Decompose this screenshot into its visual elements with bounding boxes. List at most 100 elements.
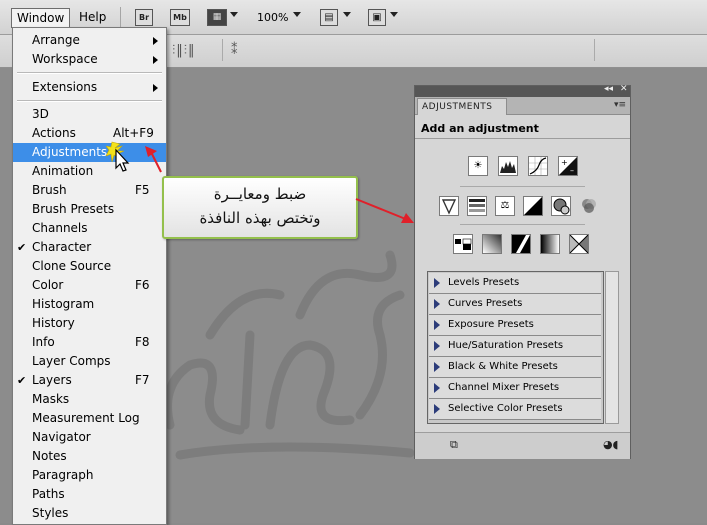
menu-item-layers[interactable]: ✔ Layers F7 — [13, 371, 166, 390]
menu-item-actions[interactable]: Actions Alt+F9 — [13, 124, 166, 143]
menu-item-adjustments[interactable]: Adjustments — [13, 143, 166, 162]
preset-item-hue-saturation[interactable]: Hue/Saturation Presets — [429, 336, 601, 357]
annotation-callout: ضبط ومعايــرة وتختص بهذه النافذة — [162, 176, 358, 239]
expand-triangle-icon — [434, 320, 440, 330]
chevron-down-icon[interactable] — [343, 12, 351, 17]
menu-item-layer-comps[interactable]: Layer Comps — [13, 352, 166, 371]
icon-group-divider — [460, 186, 585, 187]
zoom-level[interactable]: 100% — [257, 11, 288, 24]
menu-item-channels[interactable]: Channels — [13, 219, 166, 238]
window-menu-button[interactable]: Window — [11, 8, 71, 28]
panel-menu-icon[interactable]: ▾≡ — [614, 100, 626, 110]
chevron-down-icon[interactable] — [293, 12, 301, 17]
preset-item-curves[interactable]: Curves Presets — [429, 294, 601, 315]
menu-item-info[interactable]: Info F8 — [13, 333, 166, 352]
arrange-documents-icon[interactable]: ▤ — [320, 9, 338, 26]
menu-item-brush[interactable]: Brush F5 — [13, 181, 166, 200]
collapse-panel-icon[interactable]: ◂◂ — [604, 84, 613, 94]
menu-item-animation[interactable]: Animation — [13, 162, 166, 181]
menu-item-arrange[interactable]: Arrange — [13, 31, 166, 50]
threshold-icon[interactable] — [511, 234, 531, 254]
menu-item-navigator[interactable]: Navigator — [13, 428, 166, 447]
checkmark-icon: ✔ — [17, 374, 27, 387]
presets-list: Levels Presets Curves Presets Exposure P… — [427, 271, 604, 424]
chevron-down-icon[interactable] — [230, 12, 238, 17]
menu-item-masks[interactable]: Masks — [13, 390, 166, 409]
levels-icon[interactable] — [498, 156, 518, 176]
icon-group-divider — [460, 224, 585, 225]
svg-text:–: – — [570, 166, 574, 175]
screen-mode-icon[interactable]: ▣ — [368, 9, 386, 26]
selective-color-icon[interactable] — [569, 234, 589, 254]
adjustments-panel: ◂◂ ✕ ADJUSTMENTS ▾≡ Add an adjustment ☀ … — [414, 84, 631, 459]
menu-separator — [17, 100, 162, 102]
callout-line-2: وتختص بهذه النافذة — [199, 209, 321, 227]
align-distribute-icons[interactable]: ⫶‖⫶‖ — [172, 43, 196, 58]
hue-saturation-icon[interactable] — [467, 196, 487, 216]
exposure-icon[interactable]: + – — [558, 156, 578, 176]
color-balance-icon[interactable]: ⚖ — [495, 196, 515, 216]
expand-triangle-icon — [434, 299, 440, 309]
preset-item-channel-mixer[interactable]: Channel Mixer Presets — [429, 378, 601, 399]
mini-bridge-button[interactable]: Mb — [170, 9, 190, 26]
curves-icon[interactable] — [528, 156, 548, 176]
expand-triangle-icon — [434, 341, 440, 351]
chevron-down-icon[interactable] — [390, 12, 398, 17]
menu-item-clone-source[interactable]: Clone Source — [13, 257, 166, 276]
submenu-arrow-icon — [153, 84, 158, 92]
menu-item-extensions[interactable]: Extensions — [13, 78, 166, 97]
preset-item-selective-color[interactable]: Selective Color Presets — [429, 399, 601, 420]
expand-triangle-icon — [434, 383, 440, 393]
channel-mixer-icon[interactable] — [579, 196, 599, 216]
menu-item-measurement-log[interactable]: Measurement Log — [13, 409, 166, 428]
menu-item-styles[interactable]: Styles — [13, 504, 166, 523]
clip-to-layer-icon[interactable]: ⧉ — [450, 439, 464, 451]
help-menu-button[interactable]: Help — [74, 8, 111, 26]
submenu-arrow-icon — [153, 37, 158, 45]
auto-align-icon[interactable]: ⁑ — [231, 43, 238, 58]
posterize-icon[interactable] — [482, 234, 502, 254]
menu-item-paths[interactable]: Paths — [13, 485, 166, 504]
brightness-contrast-icon[interactable]: ☀ — [468, 156, 488, 176]
calligraphy-watermark — [163, 250, 415, 460]
menu-separator — [17, 72, 162, 74]
photo-filter-icon[interactable] — [551, 196, 571, 216]
options-divider — [222, 39, 223, 61]
presets-scrollbar[interactable] — [605, 271, 619, 424]
menu-item-character[interactable]: ✔ Character — [13, 238, 166, 257]
invert-icon[interactable] — [453, 234, 473, 254]
expand-triangle-icon — [434, 362, 440, 372]
menubar-divider — [120, 7, 121, 27]
toggle-view-icon[interactable]: ◕◖ — [603, 439, 623, 451]
bridge-button[interactable]: Br — [135, 9, 153, 26]
callout-line-1: ضبط ومعايــرة — [213, 185, 307, 203]
menu-item-notes[interactable]: Notes — [13, 447, 166, 466]
menu-item-color[interactable]: Color F6 — [13, 276, 166, 295]
submenu-arrow-icon — [153, 56, 158, 64]
menu-item-history[interactable]: History — [13, 314, 166, 333]
panel-heading: Add an adjustment — [421, 122, 539, 135]
menu-item-histogram[interactable]: Histogram — [13, 295, 166, 314]
menu-item-workspace[interactable]: Workspace — [13, 50, 166, 69]
preset-item-exposure[interactable]: Exposure Presets — [429, 315, 601, 336]
window-dropdown-menu: Arrange Workspace Extensions 3D Actions A… — [12, 27, 167, 525]
vibrance-icon[interactable] — [439, 196, 459, 216]
menu-item-brush-presets[interactable]: Brush Presets — [13, 200, 166, 219]
gradient-map-icon[interactable] — [540, 234, 560, 254]
preset-item-black-white[interactable]: Black & White Presets — [429, 357, 601, 378]
panel-title-strip: ◂◂ ✕ — [415, 84, 630, 97]
checkmark-icon: ✔ — [17, 241, 27, 254]
close-panel-icon[interactable]: ✕ — [620, 84, 628, 94]
expand-triangle-icon — [434, 404, 440, 414]
svg-text:+: + — [561, 158, 568, 167]
options-divider — [594, 39, 595, 61]
expand-triangle-icon — [434, 278, 440, 288]
menu-item-paragraph[interactable]: Paragraph — [13, 466, 166, 485]
mouse-cursor-icon — [106, 141, 130, 172]
tab-adjustments[interactable]: ADJUSTMENTS — [417, 98, 507, 115]
preset-item-levels[interactable]: Levels Presets — [429, 273, 601, 294]
black-white-icon[interactable] — [523, 196, 543, 216]
filmstrip-icon[interactable]: ▦ — [207, 9, 227, 26]
panel-tab-bar: ADJUSTMENTS ▾≡ — [415, 97, 630, 115]
menu-item-3d[interactable]: 3D — [13, 105, 166, 124]
